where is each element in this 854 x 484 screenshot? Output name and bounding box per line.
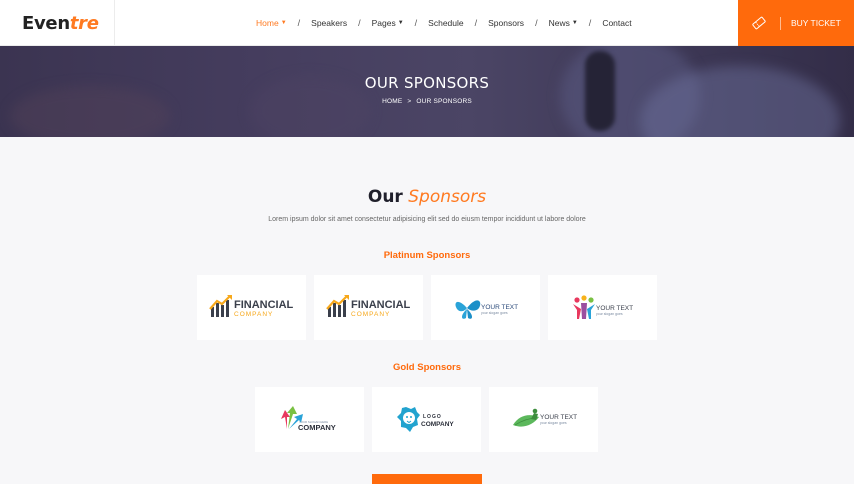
svg-text:COMPANY: COMPANY <box>351 311 390 318</box>
gold-sponsors-heading: Gold Sponsors <box>392 362 462 373</box>
arrows-company-logo: YOUR SLOGAN HERE COMPANY <box>280 405 336 432</box>
nav-separator: / <box>414 18 418 28</box>
butterfly-icon <box>454 299 480 319</box>
svg-text:COMPANY: COMPANY <box>298 423 336 432</box>
ticket-icon <box>738 15 780 31</box>
svg-text:YOUR TEXT: YOUR TEXT <box>540 414 577 421</box>
bar-chart-icon <box>208 294 232 317</box>
nav-separator: / <box>474 18 478 28</box>
page-banner: OUR SPONSORS HOME > OUR SPONSORS <box>0 46 854 137</box>
sponsor-logo-card[interactable]: YOUR TEXT your slogan goes <box>489 387 598 452</box>
buy-ticket-button[interactable]: BUY TICKET <box>738 0 854 46</box>
nav-item-label: Sponsors <box>488 18 525 28</box>
logo-text-accent: tre <box>69 12 99 34</box>
breadcrumb-current: OUR SPONSORS <box>416 98 472 105</box>
nav-item-label: Home <box>256 18 279 28</box>
nav-separator: / <box>588 18 592 28</box>
financial-company-logo: FINANCIAL COMPANY <box>208 294 294 318</box>
nav-item-contact[interactable]: Contact <box>602 18 631 28</box>
leaf-icon <box>512 408 539 427</box>
site-logo[interactable]: Even tre <box>0 0 115 46</box>
nav-item-label: Speakers <box>311 18 348 28</box>
chevron-down-icon: ▼ <box>571 20 578 26</box>
nav-separator: / <box>358 18 361 28</box>
buy-ticket-label: BUY TICKET <box>791 18 841 28</box>
nav-item-news[interactable]: News ▼ <box>549 18 578 28</box>
sponsor-logo-card[interactable]: YOUR SLOGAN HERE COMPANY <box>255 387 364 452</box>
svg-text:COMPANY: COMPANY <box>421 421 454 428</box>
nav-item-label: News <box>548 18 570 28</box>
breadcrumb-home-link[interactable]: HOME <box>382 98 402 105</box>
svg-text:your slogan goes: your slogan goes <box>596 312 623 316</box>
svg-text:LOGO: LOGO <box>423 414 442 420</box>
sponsor-logo-card[interactable]: YOUR TEXT your slogan goes <box>431 275 540 340</box>
banner-photo-shape <box>10 86 170 137</box>
section-subtitle: Lorem ipsum dolor sit amet consectetur a… <box>268 216 586 223</box>
nav-separator: / <box>297 18 301 28</box>
svg-text:FINANCIAL: FINANCIAL <box>234 299 294 311</box>
svg-text:COMPANY: COMPANY <box>234 311 273 318</box>
section-title-accent: Sponsors <box>408 187 487 207</box>
nav-item-pages[interactable]: Pages ▼ <box>372 18 404 28</box>
main-nav: Home ▼ / Speakers / Pages ▼ / Schedule /… <box>256 0 632 46</box>
logo-text-main: Even <box>22 12 70 34</box>
nav-item-label: Schedule <box>428 18 464 28</box>
lion-logo: LOGO COMPANY <box>396 406 454 432</box>
platinum-sponsors-heading: Platinum Sponsors <box>383 250 471 261</box>
people-logo: YOUR TEXT your slogan goes <box>572 294 633 319</box>
nav-item-sponsors[interactable]: Sponsors <box>488 18 524 28</box>
nav-item-home[interactable]: Home ▼ <box>256 18 287 28</box>
button-divider <box>780 16 781 30</box>
bar-chart-icon <box>325 294 349 317</box>
svg-text:YOUR TEXT: YOUR TEXT <box>596 305 633 312</box>
sponsor-logo-card[interactable]: FINANCIAL COMPANY <box>197 275 306 340</box>
section-title: Our Sponsors <box>0 187 854 207</box>
svg-text:YOUR TEXT: YOUR TEXT <box>481 304 518 311</box>
svg-text:your slogan goes: your slogan goes <box>481 311 508 315</box>
nav-item-speakers[interactable]: Speakers <box>311 18 347 28</box>
breadcrumb-separator: > <box>407 98 412 105</box>
page-title: OUR SPONSORS <box>364 74 490 92</box>
nav-separator: / <box>535 18 538 28</box>
chevron-down-icon: ▼ <box>280 20 287 26</box>
sponsor-logo-card[interactable]: YOUR TEXT your slogan goes <box>548 275 657 340</box>
svg-text:FINANCIAL: FINANCIAL <box>351 299 411 311</box>
people-icon <box>572 294 595 319</box>
become-sponsor-button[interactable] <box>372 474 482 484</box>
butterfly-logo: YOUR TEXT your slogan goes <box>454 299 518 319</box>
financial-company-logo: FINANCIAL COMPANY <box>325 294 411 318</box>
nav-item-label: Pages <box>371 18 396 28</box>
nav-item-schedule[interactable]: Schedule <box>428 18 463 28</box>
breadcrumb: HOME > OUR SPONSORS <box>0 98 854 105</box>
lion-icon <box>396 406 420 432</box>
sponsor-logo-card[interactable]: LOGO COMPANY <box>372 387 481 452</box>
section-title-dark: Our <box>367 187 403 207</box>
leaf-logo: YOUR TEXT your slogan goes <box>512 408 577 427</box>
chevron-down-icon: ▼ <box>397 20 404 26</box>
site-header: Even tre Home ▼ / Speakers / Pages ▼ / Sc… <box>0 0 854 46</box>
svg-text:your slogan goes: your slogan goes <box>540 421 567 425</box>
sponsor-logo-card[interactable]: FINANCIAL COMPANY <box>314 275 423 340</box>
nav-item-label: Contact <box>602 18 632 28</box>
